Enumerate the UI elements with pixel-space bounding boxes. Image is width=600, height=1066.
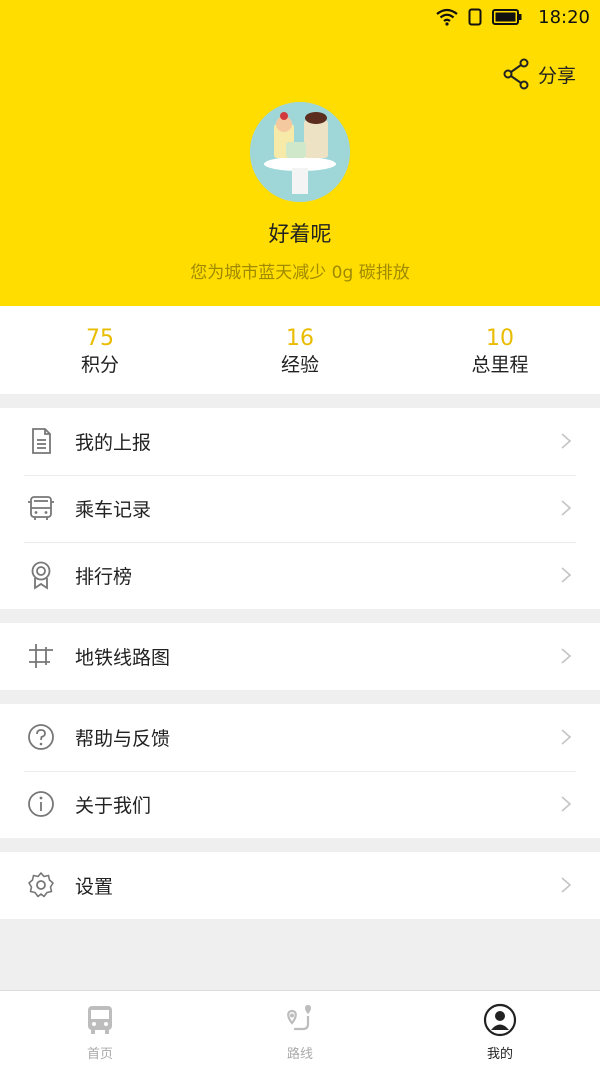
battery-icon bbox=[492, 9, 522, 25]
stat-label: 积分 bbox=[80, 354, 119, 376]
menu-item-label: 关于我们 bbox=[75, 795, 152, 817]
share-button[interactable]: 分享 bbox=[502, 58, 576, 90]
username: 好着呢 bbox=[268, 222, 332, 246]
status-time: 18:20 bbox=[538, 7, 590, 28]
menu-item-label: 乘车记录 bbox=[75, 499, 152, 521]
document-icon bbox=[32, 428, 51, 454]
menu-item-about-us[interactable]: 关于我们 bbox=[0, 771, 600, 838]
stat-mileage[interactable]: 10 总里程 bbox=[400, 306, 600, 394]
gear-icon bbox=[28, 872, 54, 898]
tab-label: 首页 bbox=[86, 1047, 113, 1062]
menu-item-metro-map[interactable]: 地铁线路图 bbox=[0, 623, 600, 690]
stat-experience[interactable]: 16 经验 bbox=[200, 306, 400, 394]
avatar-image bbox=[250, 102, 350, 202]
help-icon bbox=[28, 724, 54, 750]
menu-item-label: 我的上报 bbox=[75, 432, 152, 454]
chevron-right-icon bbox=[561, 877, 572, 893]
stat-value: 10 bbox=[486, 326, 514, 351]
menu-item-label: 设置 bbox=[75, 876, 114, 898]
chevron-right-icon bbox=[561, 729, 572, 745]
tab-home[interactable]: 首页 bbox=[0, 991, 200, 1066]
chevron-right-icon bbox=[561, 796, 572, 812]
info-icon bbox=[28, 791, 54, 817]
bus-icon bbox=[28, 496, 54, 520]
stat-label: 经验 bbox=[280, 354, 319, 376]
stats-bar: 75 积分 16 经验 10 总里程 bbox=[0, 306, 600, 394]
route-icon bbox=[287, 1005, 311, 1031]
stat-value: 75 bbox=[86, 326, 114, 351]
bus-icon bbox=[88, 1006, 112, 1034]
avatar[interactable] bbox=[250, 102, 350, 202]
menu-item-ride-records[interactable]: 乘车记录 bbox=[0, 475, 600, 542]
menu-item-help-feedback[interactable]: 帮助与反馈 bbox=[0, 704, 600, 771]
profile-header: 18:20 分享 好着呢 您为城市蓝天减少 0g 碳排放 bbox=[0, 0, 600, 306]
menu-group-support: 帮助与反馈 关于我们 bbox=[0, 704, 600, 838]
medal-icon bbox=[31, 561, 51, 590]
metro-grid-icon bbox=[29, 644, 53, 668]
menu-item-label: 排行榜 bbox=[75, 566, 133, 588]
bottom-tab-bar: 首页 路线 我的 bbox=[0, 990, 600, 1066]
menu-group-activity: 我的上报 乘车记录 排行榜 bbox=[0, 408, 600, 609]
menu-group-metro: 地铁线路图 bbox=[0, 623, 600, 690]
chevron-right-icon bbox=[561, 648, 572, 664]
tab-mine[interactable]: 我的 bbox=[400, 991, 600, 1066]
carbon-slogan: 您为城市蓝天减少 0g 碳排放 bbox=[190, 263, 410, 283]
share-label: 分享 bbox=[537, 64, 576, 87]
share-icon bbox=[503, 58, 529, 90]
menu-item-settings[interactable]: 设置 bbox=[0, 852, 600, 919]
menu-item-leaderboard[interactable]: 排行榜 bbox=[0, 542, 600, 609]
tab-routes[interactable]: 路线 bbox=[200, 991, 400, 1066]
status-bar: 18:20 bbox=[0, 0, 600, 36]
stat-value: 16 bbox=[286, 326, 314, 351]
menu-item-label: 帮助与反馈 bbox=[75, 728, 171, 750]
tab-label: 我的 bbox=[486, 1047, 513, 1062]
status-icons bbox=[436, 8, 522, 26]
menu-group-settings: 设置 bbox=[0, 852, 600, 919]
sim-icon bbox=[468, 8, 482, 26]
chevron-right-icon bbox=[561, 500, 572, 516]
stat-label: 总里程 bbox=[471, 354, 529, 376]
wifi-icon bbox=[436, 8, 458, 26]
menu-item-my-reports[interactable]: 我的上报 bbox=[0, 408, 600, 475]
profile-icon bbox=[483, 1003, 517, 1037]
menu-item-label: 地铁线路图 bbox=[75, 647, 171, 669]
stat-points[interactable]: 75 积分 bbox=[0, 306, 200, 394]
chevron-right-icon bbox=[561, 433, 572, 449]
tab-label: 路线 bbox=[286, 1047, 313, 1062]
chevron-right-icon bbox=[561, 567, 572, 583]
